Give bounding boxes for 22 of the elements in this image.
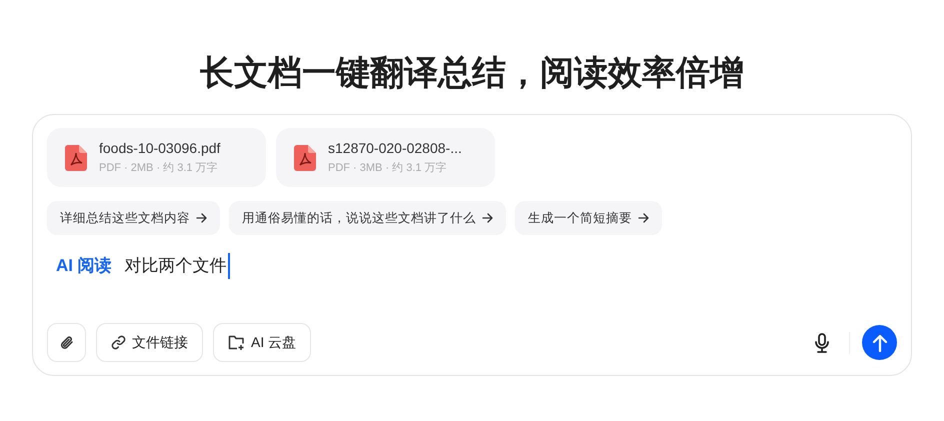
cloud-drive-button[interactable]: AI 云盘 [213,323,312,362]
pdf-file-icon [294,144,316,170]
arrow-right-icon [482,213,493,223]
file-card[interactable]: foods-10-03096.pdf PDF · 2MB · 约 3.1 万字 [47,128,266,187]
file-name: foods-10-03096.pdf [99,138,220,157]
file-card[interactable]: s12870-020-02808-... PDF · 3MB · 约 3.1 万字 [276,128,495,187]
link-icon [111,335,126,350]
file-name: s12870-020-02808-... [328,138,462,157]
send-button[interactable] [862,325,897,360]
file-meta: PDF · 3MB · 约 3.1 万字 [328,160,448,176]
file-meta: PDF · 2MB · 约 3.1 万字 [99,160,219,176]
folder-plus-icon [228,335,245,350]
mode-label: AI 阅读 [56,255,112,277]
file-link-button[interactable]: 文件链接 [96,323,203,362]
pdf-file-icon [65,144,87,170]
arrow-right-icon [196,213,207,223]
page-heading: 长文档一键翻译总结，阅读效率倍增 [200,53,744,94]
input-field[interactable]: 对比两个文件 [124,253,230,278]
paperclip-icon [58,334,74,350]
arrow-right-icon [638,213,649,223]
arrow-up-icon [872,334,888,352]
attach-button[interactable] [47,323,86,362]
